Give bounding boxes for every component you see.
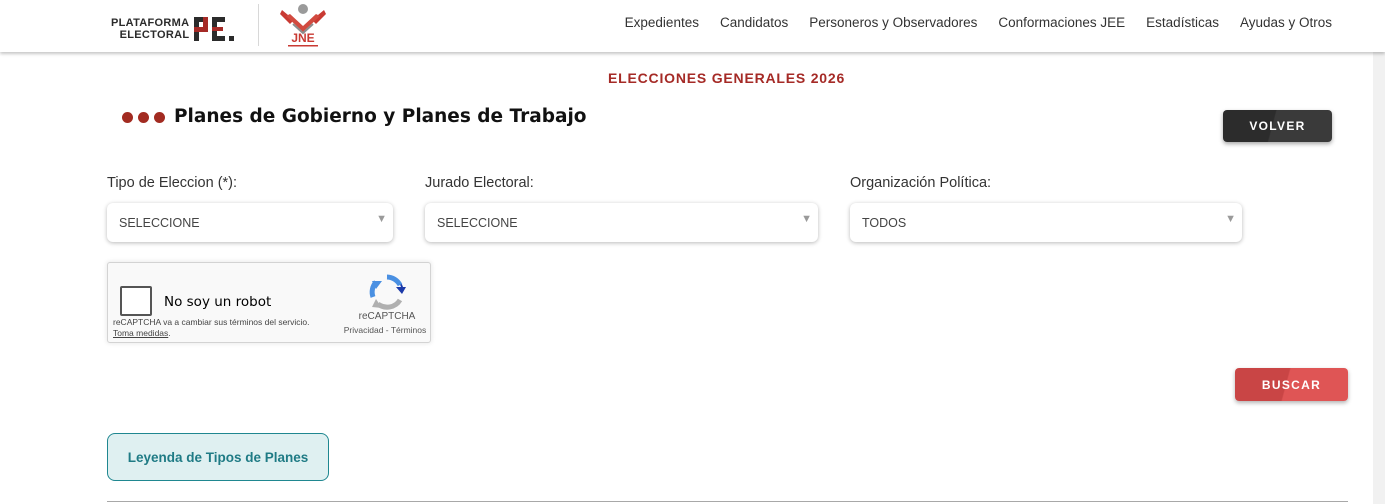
recaptcha-logo-icon [368, 273, 406, 311]
nav-personeros[interactable]: Personeros y Observadores [799, 14, 988, 32]
logo-line1: PLATAFORMA [111, 17, 190, 29]
recaptcha-links[interactable]: Privacidad - Términos [322, 325, 448, 335]
plataforma-electoral-logo[interactable]: PLATAFORMA ELECTORAL [111, 14, 236, 44]
organizacion-politica-label: Organización Política: [850, 175, 992, 191]
bottom-divider [107, 501, 1348, 502]
tipo-eleccion-label: Tipo de Eleccion (*): [107, 175, 238, 191]
nav-estadisticas[interactable]: Estadísticas [1136, 14, 1230, 32]
main-nav: Expedientes Candidatos Personeros y Obse… [614, 14, 1332, 32]
top-header: PLATAFORMA ELECTORAL JNE Expedientes Can… [0, 0, 1385, 52]
organizacion-politica-value: TODOS [862, 215, 907, 230]
recaptcha-label: No soy un robot [164, 294, 272, 310]
jurado-electoral-select[interactable]: SELECCIONE ▼ [425, 203, 818, 242]
nav-conformaciones[interactable]: Conformaciones JEE [988, 14, 1136, 32]
back-button[interactable]: VOLVER [1223, 110, 1332, 142]
pe-mark-icon [194, 15, 236, 43]
dropdown-arrow-icon: ▼ [801, 213, 812, 225]
page-scrollbar[interactable] [1373, 52, 1385, 504]
tipo-eleccion-select[interactable]: SELECCIONE ▼ [107, 203, 393, 242]
jurado-electoral-value: SELECCIONE [437, 215, 518, 230]
jne-logo-text: JNE [291, 31, 314, 45]
search-button[interactable]: BUSCAR [1235, 368, 1348, 401]
dropdown-arrow-icon: ▼ [376, 213, 387, 225]
dropdown-arrow-icon: ▼ [1225, 213, 1236, 225]
recaptcha-checkbox[interactable] [120, 286, 152, 316]
title-dots-icon [122, 112, 165, 123]
jne-logo[interactable]: JNE [276, 2, 330, 48]
recaptcha-widget: No soy un robot reCAPTCHA va a cambiar s… [107, 262, 431, 343]
logo-divider [258, 4, 259, 46]
recaptcha-brand: reCAPTCHA [358, 311, 416, 322]
election-subtitle: ELECCIONES GENERALES 2026 [608, 70, 846, 86]
jurado-electoral-label: Jurado Electoral: [425, 175, 534, 191]
nav-expedientes[interactable]: Expedientes [614, 14, 709, 32]
logo-line2: ELECTORAL [119, 29, 190, 41]
legend-button[interactable]: Leyenda de Tipos de Planes [107, 433, 329, 481]
organizacion-politica-select[interactable]: TODOS ▼ [850, 203, 1242, 242]
recaptcha-notice: reCAPTCHA va a cambiar sus términos del … [113, 317, 310, 338]
nav-candidatos[interactable]: Candidatos [709, 14, 798, 32]
page-title: Planes de Gobierno y Planes de Trabajo [174, 106, 587, 127]
nav-ayudas[interactable]: Ayudas y Otros [1229, 14, 1332, 32]
tipo-eleccion-value: SELECCIONE [119, 215, 200, 230]
recaptcha-notice-link[interactable]: Toma medidas [113, 328, 168, 338]
